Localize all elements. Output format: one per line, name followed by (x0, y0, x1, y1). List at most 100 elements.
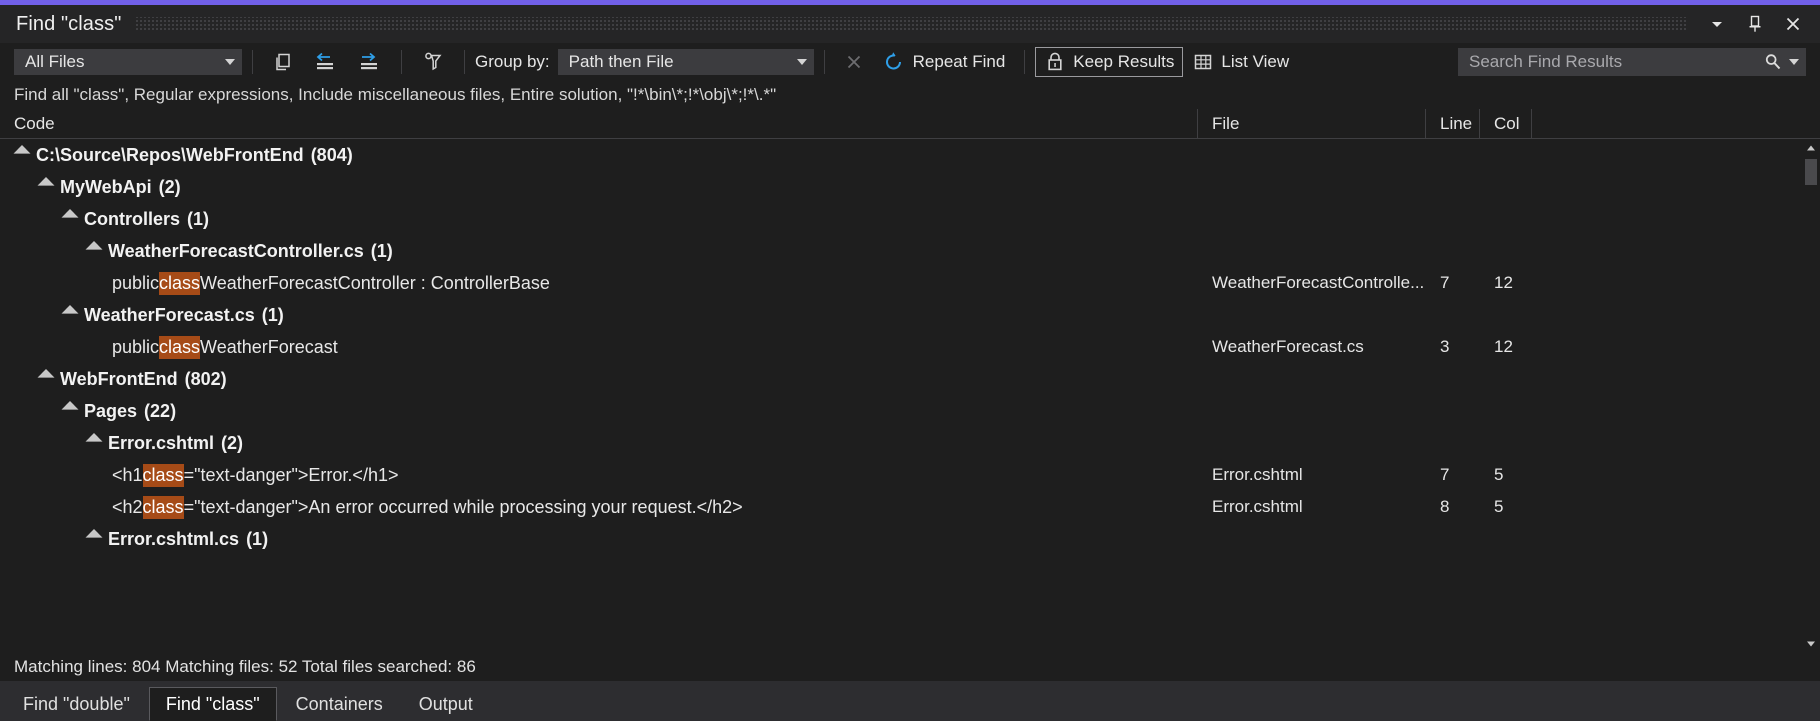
expand-collapse-triangle-icon[interactable] (86, 241, 103, 258)
chevron-down-icon[interactable] (1789, 59, 1799, 65)
repeat-find-label: Repeat Find (913, 52, 1006, 72)
tree-node-row[interactable]: Pages(22) (0, 395, 1820, 427)
column-header-filler (1532, 109, 1820, 138)
expand-collapse-triangle-icon[interactable] (86, 433, 103, 450)
node-label: C:\Source\Repos\WebFrontEnd (36, 145, 304, 166)
match-result-row[interactable]: public class WeatherForecastController :… (0, 267, 1820, 299)
refresh-icon (882, 50, 906, 74)
cell-code: <h1 class="text-danger">Error.</h1> (0, 464, 1198, 487)
stop-find-icon (844, 52, 864, 72)
group-by-label: Group by: (475, 52, 550, 72)
toolbar-separator (464, 50, 465, 74)
cell-code: public class WeatherForecast (0, 336, 1198, 359)
titlebar-buttons (1700, 9, 1820, 39)
tree-node-row[interactable]: WeatherForecast.cs(1) (0, 299, 1820, 331)
cell-file: WeatherForecastControlle... (1198, 273, 1426, 293)
match-highlight: class (159, 272, 200, 295)
expand-collapse-triangle-icon[interactable] (86, 529, 103, 546)
expand-collapse-triangle-icon[interactable] (14, 145, 31, 162)
scroll-up-icon (1806, 143, 1816, 153)
cell-line: 7 (1426, 465, 1480, 485)
scroll-down-button[interactable] (1802, 635, 1820, 653)
cell-code: Error.cshtml.cs(1) (0, 529, 1198, 550)
tool-window-tab[interactable]: Output (402, 687, 490, 721)
scrollbar-track[interactable] (1802, 157, 1820, 635)
toolbar-separator (824, 50, 825, 74)
stop-find-button[interactable] (835, 47, 873, 77)
column-header-col[interactable]: Col (1480, 109, 1532, 138)
cell-code: WebFrontEnd(802) (0, 369, 1198, 390)
cell-code: Controllers(1) (0, 209, 1198, 230)
tree-node-row[interactable]: Controllers(1) (0, 203, 1820, 235)
file-scope-dropdown[interactable]: All Files (14, 49, 242, 75)
tool-window-tab[interactable]: Find "double" (6, 687, 147, 721)
cell-file: WeatherForecast.cs (1198, 337, 1426, 357)
toolbar-separator (252, 50, 253, 74)
search-find-results-box[interactable] (1458, 48, 1806, 76)
node-label: Error.cshtml (108, 433, 214, 454)
column-header-line[interactable]: Line (1426, 109, 1480, 138)
node-match-count: (1) (187, 209, 209, 230)
node-label: WebFrontEnd (60, 369, 178, 390)
match-result-row[interactable]: public class WeatherForecastWeatherForec… (0, 331, 1820, 363)
expand-collapse-triangle-icon[interactable] (38, 177, 55, 194)
cell-code: Pages(22) (0, 401, 1198, 422)
filter-results-button[interactable] (412, 47, 454, 77)
next-match-button[interactable] (347, 47, 391, 77)
list-view-button[interactable]: List View (1183, 47, 1298, 77)
match-text-after: WeatherForecast (200, 337, 338, 358)
cell-col: 12 (1480, 273, 1532, 293)
tree-node-row[interactable]: C:\Source\Repos\WebFrontEnd (804) (0, 139, 1820, 171)
previous-match-icon (312, 51, 338, 73)
cell-line: 8 (1426, 497, 1480, 517)
expand-collapse-triangle-icon[interactable] (62, 209, 79, 226)
tree-node-row[interactable]: WeatherForecastController.cs(1) (0, 235, 1820, 267)
pin-window-button[interactable] (1738, 9, 1772, 39)
tool-window-tabstrip: Find "double"Find "class"ContainersOutpu… (0, 681, 1820, 721)
titlebar-drag-grip[interactable] (135, 17, 1686, 31)
close-window-button[interactable] (1776, 9, 1810, 39)
copy-results-button[interactable] (263, 47, 303, 77)
match-text-before: public (112, 273, 159, 294)
expand-collapse-triangle-icon[interactable] (62, 305, 79, 322)
cell-line: 3 (1426, 337, 1480, 357)
list-view-icon (1192, 51, 1214, 73)
column-header-file[interactable]: File (1198, 109, 1426, 138)
match-result-row[interactable]: <h2 class="text-danger">An error occurre… (0, 491, 1820, 523)
vertical-scrollbar[interactable] (1802, 139, 1820, 653)
tool-window-tab[interactable]: Find "class" (149, 687, 277, 721)
toolbar-separator (1024, 50, 1025, 74)
cell-code: WeatherForecastController.cs(1) (0, 241, 1198, 262)
match-result-row[interactable]: <h1 class="text-danger">Error.</h1>Error… (0, 459, 1820, 491)
group-by-dropdown[interactable]: Path then File (558, 49, 814, 75)
tree-node-row[interactable]: Error.cshtml.cs(1) (0, 523, 1820, 555)
tree-node-row[interactable]: WebFrontEnd(802) (0, 363, 1820, 395)
keep-results-toggle[interactable]: Keep Results (1035, 47, 1183, 77)
next-match-icon (356, 51, 382, 73)
scroll-up-button[interactable] (1802, 139, 1820, 157)
tree-node-row[interactable]: Error.cshtml(2) (0, 427, 1820, 459)
node-label: Pages (84, 401, 137, 422)
column-header-code[interactable]: Code (0, 109, 1198, 138)
tree-node-row[interactable]: MyWebApi(2) (0, 171, 1820, 203)
match-text-after: WeatherForecastController : ControllerBa… (200, 273, 550, 294)
node-label: WeatherForecastController.cs (108, 241, 364, 262)
results-list[interactable]: C:\Source\Repos\WebFrontEnd (804) MyWebApi… (0, 139, 1820, 653)
grid-header-row: Code File Line Col (0, 109, 1820, 139)
node-match-count: (804) (311, 145, 353, 166)
expand-collapse-triangle-icon[interactable] (38, 369, 55, 386)
window-menu-dropdown[interactable] (1700, 9, 1734, 39)
node-label: Error.cshtml.cs (108, 529, 239, 550)
tool-window-tab[interactable]: Containers (279, 687, 400, 721)
previous-match-button[interactable] (303, 47, 347, 77)
search-icon[interactable] (1763, 52, 1783, 72)
scrollbar-thumb[interactable] (1805, 159, 1817, 185)
search-input[interactable] (1469, 52, 1763, 72)
pin-icon (1747, 15, 1763, 33)
expand-collapse-triangle-icon[interactable] (62, 401, 79, 418)
lock-icon (1044, 51, 1066, 73)
repeat-find-button[interactable]: Repeat Find (873, 47, 1015, 77)
cell-col: 12 (1480, 337, 1532, 357)
copy-icon (272, 51, 294, 73)
find-results-window: Find "class" (0, 0, 1820, 721)
